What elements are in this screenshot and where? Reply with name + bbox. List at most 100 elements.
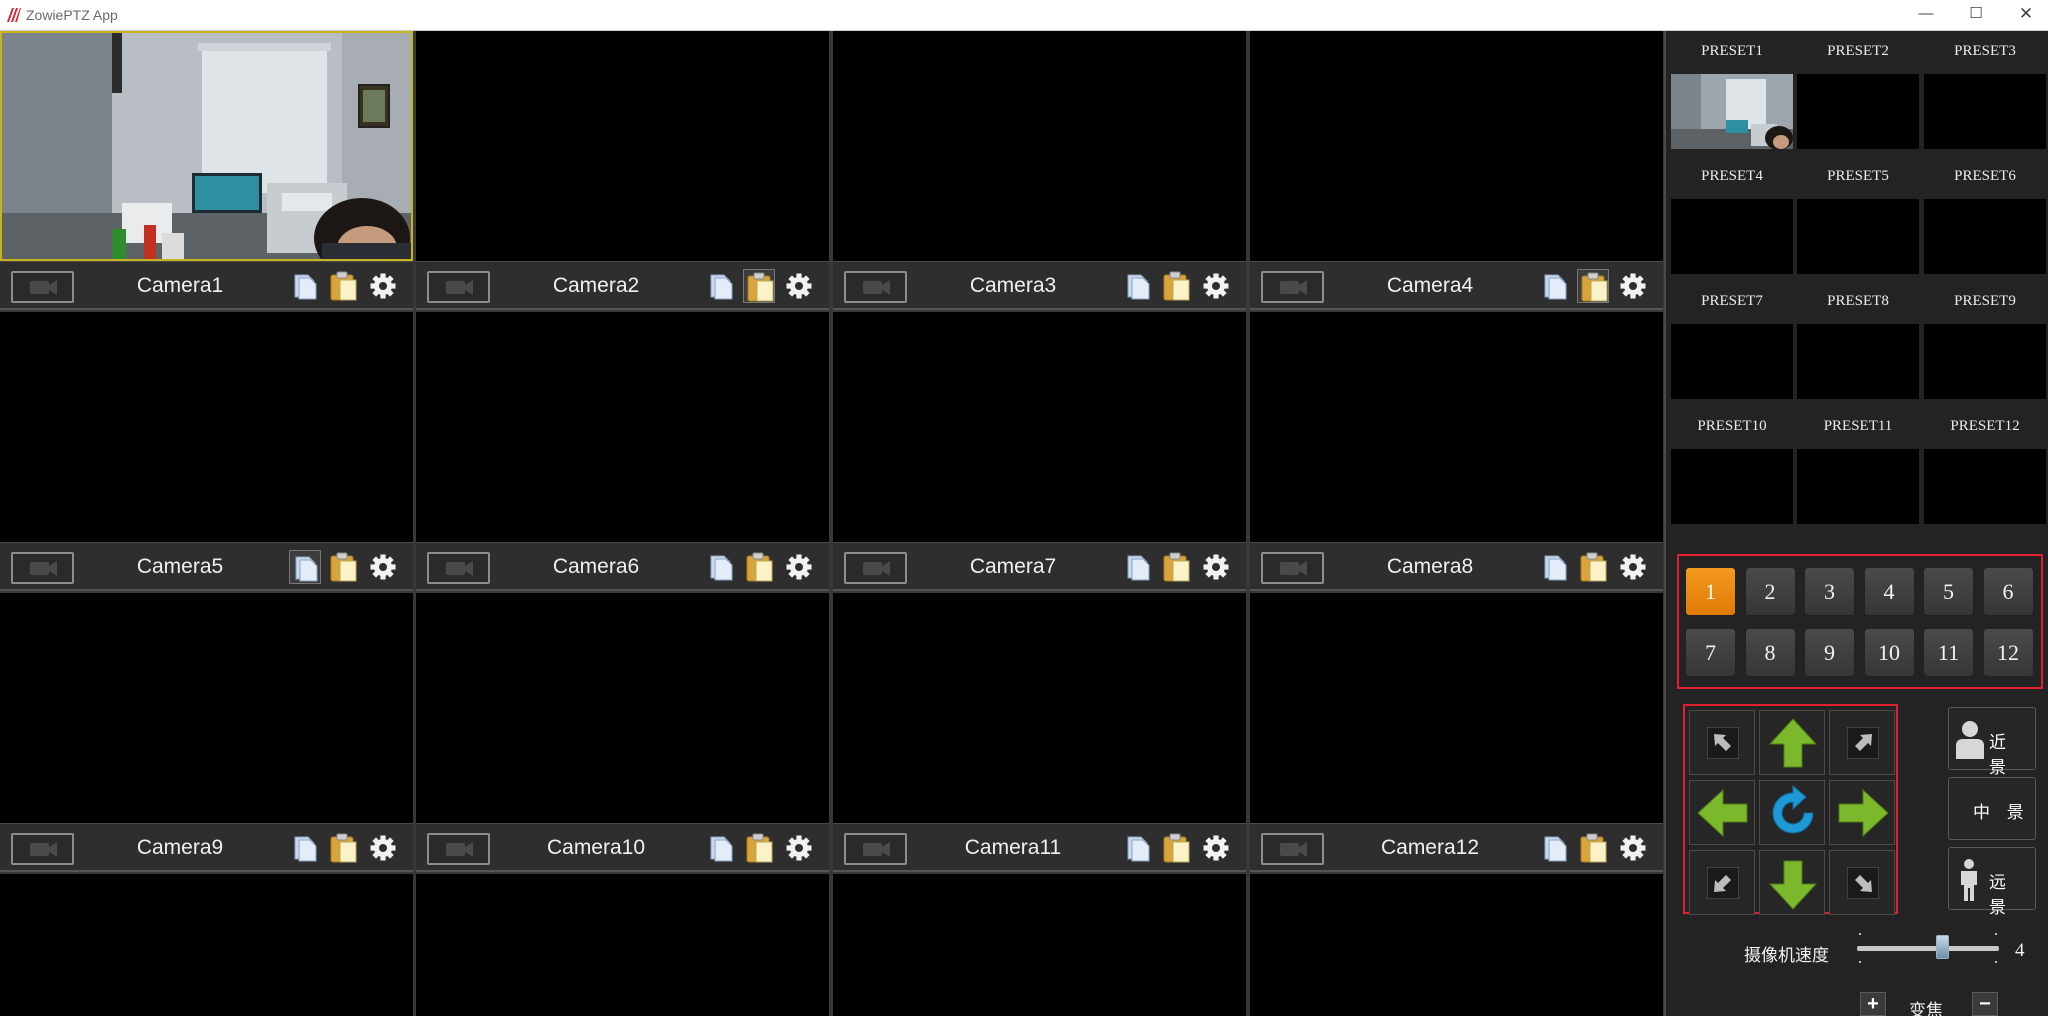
camera-tile[interactable] [416,874,829,1016]
camera-video-view[interactable] [0,312,413,542]
camera-video-view[interactable] [0,874,413,1016]
tilt-up-button[interactable] [1759,710,1825,775]
camera-tile[interactable] [0,874,413,1016]
camera-settings-button[interactable] [1200,550,1232,584]
camera-select-button-2[interactable]: 2 [1744,567,1796,616]
camera-tile[interactable]: Camera1 [0,31,413,310]
camera-tile[interactable] [1250,874,1663,1016]
camera-settings-button[interactable] [1617,269,1649,303]
preset-thumbnail[interactable] [1671,74,1793,149]
preset-thumbnail[interactable] [1797,449,1919,524]
camera-select-button-10[interactable]: 10 [1863,628,1915,677]
preset-slot[interactable]: PRESET11 [1797,406,1919,524]
camera-toggle-button[interactable] [1261,552,1324,584]
camera-video-view[interactable] [416,312,829,542]
preset-slot[interactable]: PRESET5 [1797,156,1919,274]
paste-preset-button[interactable] [743,831,775,865]
copy-preset-button[interactable] [1122,269,1154,303]
camera-tile[interactable]: Camera5 [0,312,413,591]
paste-preset-button[interactable] [327,269,359,303]
copy-preset-button[interactable] [1122,831,1154,865]
paste-preset-button[interactable] [1160,831,1192,865]
preset-slot[interactable]: PRESET10 [1671,406,1793,524]
preset-thumbnail[interactable] [1671,449,1793,524]
camera-tile[interactable]: Camera9 [0,593,413,872]
pan-up-right-button[interactable] [1829,710,1895,775]
camera-toggle-button[interactable] [427,552,490,584]
camera-settings-button[interactable] [367,269,399,303]
camera-select-button-4[interactable]: 4 [1863,567,1915,616]
paste-preset-button[interactable] [327,550,359,584]
paste-preset-button[interactable] [1577,550,1609,584]
camera-settings-button[interactable] [783,269,815,303]
camera-toggle-button[interactable] [844,271,907,303]
camera-video-view[interactable] [0,31,413,261]
camera-video-view[interactable] [416,31,829,261]
preset-slot[interactable]: PRESET9 [1924,281,2046,399]
camera-tile[interactable] [833,874,1246,1016]
minimize-button[interactable]: — [1900,0,1952,30]
medium-scene-button[interactable]: 中 景 [1948,777,2036,840]
camera-select-button-8[interactable]: 8 [1744,628,1796,677]
camera-tile[interactable]: Camera8 [1250,312,1663,591]
camera-tile[interactable]: Camera3 [833,31,1246,310]
pan-up-left-button[interactable] [1689,710,1755,775]
preset-thumbnail[interactable] [1924,199,2046,274]
paste-preset-button[interactable] [1160,269,1192,303]
slider-thumb[interactable] [1936,935,1950,959]
camera-select-button-6[interactable]: 6 [1982,567,2034,616]
preset-thumbnail[interactable] [1924,324,2046,399]
copy-preset-button[interactable] [289,831,321,865]
camera-toggle-button[interactable] [11,833,74,865]
camera-video-view[interactable] [1250,31,1663,261]
paste-preset-button[interactable] [327,831,359,865]
preset-slot[interactable]: PRESET7 [1671,281,1793,399]
zoom-out-button[interactable]: − [1972,992,1998,1016]
camera-select-button-1[interactable]: 1 [1685,567,1736,616]
home-reset-button[interactable] [1759,780,1825,845]
copy-preset-button[interactable] [1122,550,1154,584]
camera-settings-button[interactable] [367,550,399,584]
camera-tile[interactable]: Camera6 [416,312,829,591]
camera-tile[interactable]: Camera7 [833,312,1246,591]
camera-select-button-5[interactable]: 5 [1923,567,1974,616]
preset-slot[interactable]: PRESET6 [1924,156,2046,274]
camera-tile[interactable]: Camera12 [1250,593,1663,872]
paste-preset-button[interactable] [743,550,775,584]
camera-settings-button[interactable] [1617,550,1649,584]
copy-preset-button[interactable] [705,831,737,865]
preset-thumbnail[interactable] [1924,449,2046,524]
camera-select-button-11[interactable]: 11 [1923,628,1974,677]
pan-down-left-button[interactable] [1689,850,1755,915]
tilt-down-button[interactable] [1759,850,1825,915]
preset-slot[interactable]: PRESET12 [1924,406,2046,524]
pan-down-right-button[interactable] [1829,850,1895,915]
copy-preset-button[interactable] [705,550,737,584]
camera-video-view[interactable] [0,593,413,823]
camera-toggle-button[interactable] [1261,833,1324,865]
camera-video-view[interactable] [416,593,829,823]
camera-settings-button[interactable] [1617,831,1649,865]
camera-toggle-button[interactable] [844,833,907,865]
camera-video-view[interactable] [833,312,1246,542]
camera-toggle-button[interactable] [844,552,907,584]
paste-preset-button[interactable] [743,269,775,303]
copy-preset-button[interactable] [705,269,737,303]
preset-slot[interactable]: PRESET4 [1671,156,1793,274]
preset-thumbnail[interactable] [1671,324,1793,399]
camera-tile[interactable]: Camera2 [416,31,829,310]
camera-settings-button[interactable] [783,550,815,584]
long-shot-scene-button[interactable]: 远 景 [1948,847,2036,917]
preset-slot[interactable]: PRESET8 [1797,281,1919,399]
preset-thumbnail[interactable] [1797,74,1919,149]
preset-thumbnail[interactable] [1924,74,2046,149]
camera-select-button-7[interactable]: 7 [1685,628,1736,677]
preset-slot[interactable]: PRESET1 [1671,31,1793,149]
paste-preset-button[interactable] [1577,269,1609,303]
camera-settings-button[interactable] [367,831,399,865]
copy-preset-button[interactable] [1539,269,1571,303]
camera-toggle-button[interactable] [1261,271,1324,303]
camera-video-view[interactable] [1250,874,1663,1016]
camera-video-view[interactable] [833,31,1246,261]
paste-preset-button[interactable] [1577,831,1609,865]
